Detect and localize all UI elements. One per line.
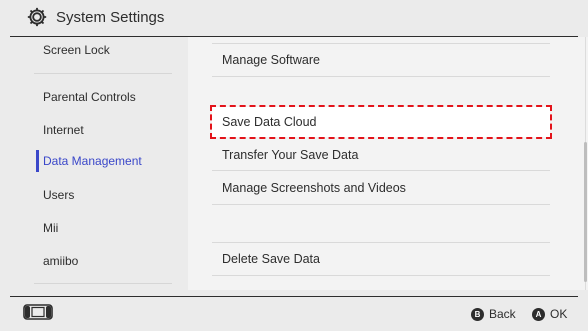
- row-divider: [212, 275, 550, 276]
- transfer-save-data-item[interactable]: Transfer Your Save Data: [212, 140, 550, 170]
- back-button[interactable]: B Back: [471, 306, 516, 322]
- scrollbar[interactable]: [584, 37, 587, 290]
- row-divider: [212, 170, 550, 171]
- footer-divider: [10, 296, 578, 297]
- scrollbar-thumb[interactable]: [584, 142, 587, 282]
- row-divider: [212, 242, 550, 243]
- sidebar-item-amiibo[interactable]: amiibo: [43, 251, 78, 271]
- sidebar-item-screen-lock[interactable]: Screen Lock: [43, 40, 110, 60]
- manage-screenshots-videos-item[interactable]: Manage Screenshots and Videos: [212, 173, 550, 203]
- save-data-cloud-item[interactable]: Save Data Cloud: [210, 105, 552, 139]
- row-divider: [212, 76, 550, 77]
- sidebar: Screen Lock Parental Controls Internet D…: [0, 37, 188, 290]
- row-divider: [212, 43, 550, 44]
- sidebar-item-users[interactable]: Users: [43, 185, 74, 205]
- page-title: System Settings: [56, 9, 165, 26]
- main-panel: Manage Software Save Data Cloud Transfer…: [188, 37, 588, 290]
- sidebar-divider: [34, 283, 172, 284]
- a-button-icon: A: [532, 307, 545, 321]
- b-button-icon: B: [471, 307, 484, 321]
- manage-software-item[interactable]: Manage Software: [212, 45, 550, 75]
- gear-icon: [27, 7, 47, 27]
- active-indicator: [36, 150, 39, 172]
- back-label: Back: [489, 307, 516, 321]
- sidebar-divider: [34, 73, 172, 74]
- sidebar-item-data-management[interactable]: Data Management: [43, 151, 142, 171]
- console-icon: [23, 304, 53, 320]
- sidebar-item-mii[interactable]: Mii: [43, 218, 58, 238]
- row-divider: [212, 204, 550, 205]
- sidebar-item-internet[interactable]: Internet: [43, 120, 84, 140]
- header: System Settings: [0, 0, 588, 36]
- ok-button[interactable]: A OK: [532, 306, 567, 322]
- delete-save-data-item[interactable]: Delete Save Data: [212, 244, 550, 274]
- ok-label: OK: [550, 307, 568, 321]
- sidebar-item-parental-controls[interactable]: Parental Controls: [43, 87, 136, 107]
